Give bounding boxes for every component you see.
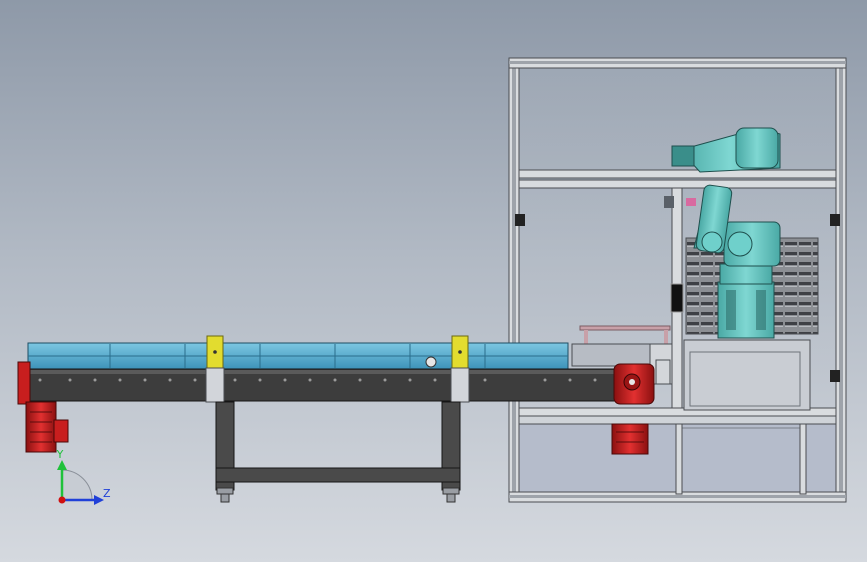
frame-door-top xyxy=(518,179,837,189)
assembly-drawing: Y Z xyxy=(17,57,847,505)
leveling-foot xyxy=(442,487,460,495)
y-axis-label: Y xyxy=(56,448,64,461)
z-axis-label: Z xyxy=(103,487,111,500)
frame-lower-rail xyxy=(518,415,837,425)
robot-pedestal xyxy=(683,339,811,411)
robot-wrist xyxy=(671,145,695,167)
coordinate-triad: Y Z xyxy=(56,448,111,505)
hinge xyxy=(830,214,840,226)
leveling-foot xyxy=(216,487,234,495)
frame-shelf-rail xyxy=(518,169,837,179)
sprocket-icon xyxy=(425,356,437,368)
hinge xyxy=(515,214,525,226)
cad-viewport[interactable]: Y Z xyxy=(0,0,867,562)
conveyor[interactable] xyxy=(21,335,619,403)
door-handle xyxy=(670,283,684,313)
hinge xyxy=(830,370,840,382)
conveyor-support-stand xyxy=(215,401,461,503)
origin-marker xyxy=(58,496,66,504)
